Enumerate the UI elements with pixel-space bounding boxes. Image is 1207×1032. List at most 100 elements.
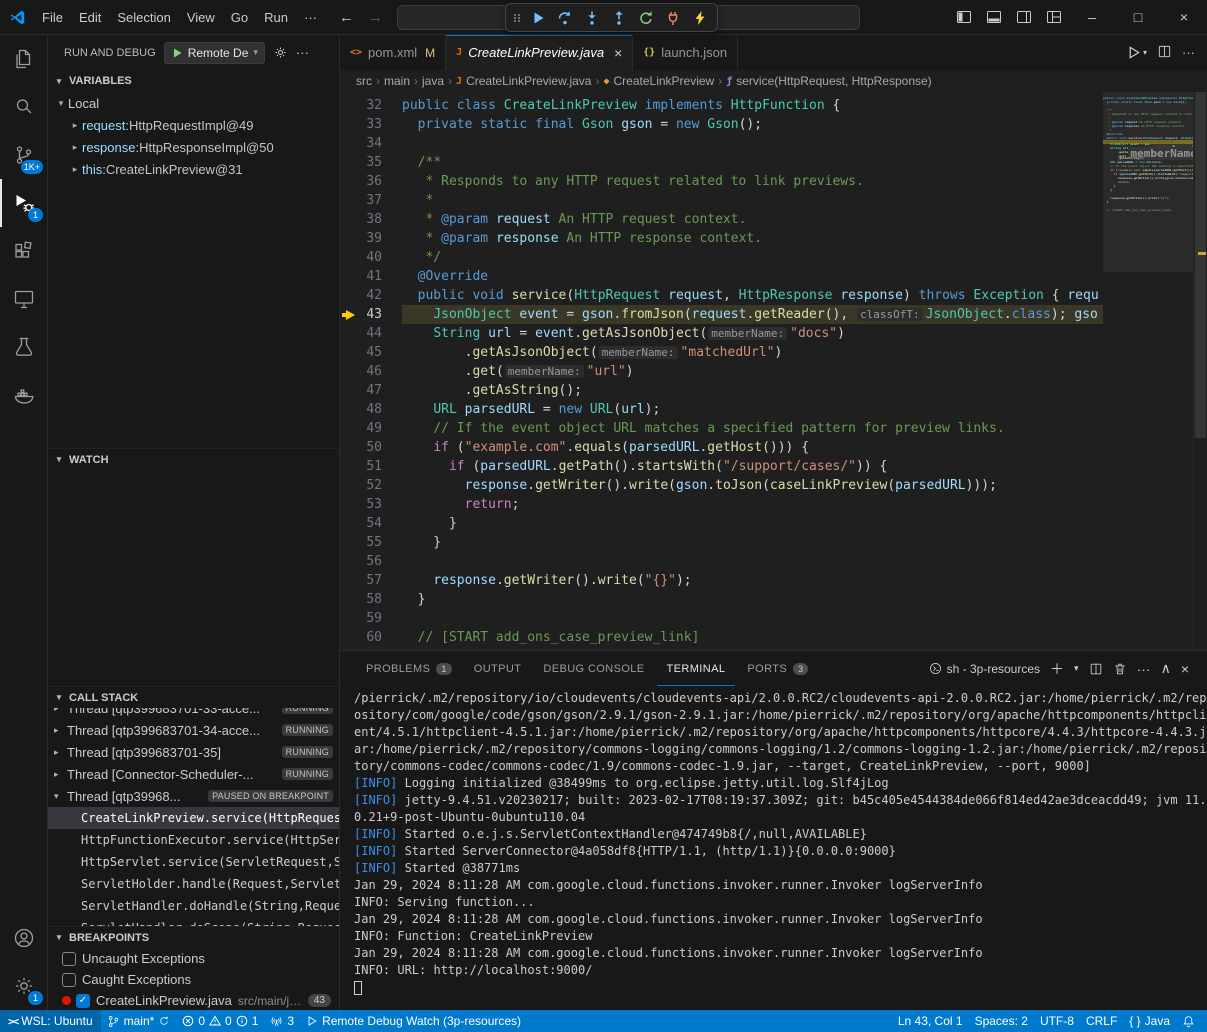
code-line[interactable]: 52 response.getWriter().write(gson.toJso… (340, 476, 1207, 495)
debug-settings-gear-icon[interactable] (273, 45, 288, 60)
back-arrow-icon[interactable]: ← (339, 9, 354, 26)
maximize-button[interactable]: □ (1115, 0, 1161, 35)
menu-item-more[interactable]: ··· (296, 10, 325, 25)
callstack-thread[interactable]: ▾Thread [qtp39968...PAUSED ON BREAKPOINT (48, 785, 339, 807)
gutter[interactable]: 41 (340, 267, 402, 286)
code-line[interactable]: 40 */ (340, 248, 1207, 267)
breakpoint-row[interactable]: ✓CreateLinkPreview.javasrc/main/java43 (48, 990, 339, 1010)
callstack-frame[interactable]: HttpServlet.service(ServletRequest,S (48, 851, 339, 873)
callstack-thread[interactable]: ▸Thread [Connector-Scheduler-...RUNNING (48, 763, 339, 785)
callstack-frame[interactable]: ServletHolder.handle(Request,Servlet (48, 873, 339, 895)
disconnect-button[interactable] (661, 6, 685, 30)
close-button[interactable]: × (1161, 0, 1207, 35)
split-terminal-icon[interactable] (1089, 662, 1103, 676)
breakpoint-row[interactable]: Caught Exceptions (48, 969, 339, 990)
gutter[interactable]: 57 (340, 571, 402, 590)
code-line[interactable]: 54 } (340, 514, 1207, 533)
gutter[interactable]: 47 (340, 381, 402, 400)
activity-testing-icon[interactable] (0, 323, 47, 371)
code-line[interactable]: 34 (340, 134, 1207, 153)
branch-status[interactable]: main* (101, 1010, 177, 1032)
problems-status[interactable]: 0 0 1 (176, 1010, 264, 1032)
variables-scope[interactable]: ▾Local (48, 92, 339, 114)
activity-search-icon[interactable] (0, 83, 47, 131)
gutter[interactable]: 50 (340, 438, 402, 457)
encoding-status[interactable]: UTF-8 (1034, 1010, 1080, 1032)
code-line[interactable]: 49 // If the event object URL matches a … (340, 419, 1207, 438)
callstack-thread[interactable]: ▸Thread [qtp399683701-34-acce...RUNNING (48, 719, 339, 741)
gutter[interactable]: 60 (340, 628, 402, 647)
ports-status[interactable]: 3 (264, 1010, 300, 1032)
more-actions-icon[interactable]: ··· (296, 45, 309, 60)
code-line[interactable]: 47 .getAsString(); (340, 381, 1207, 400)
continue-button[interactable] (526, 6, 550, 30)
code-line[interactable]: 59 (340, 609, 1207, 628)
cursor-position[interactable]: Ln 43, Col 1 (892, 1010, 969, 1032)
variable-row[interactable]: ▸response: HttpResponseImpl@50 (48, 136, 339, 158)
gutter[interactable]: 59 (340, 609, 402, 628)
terminal-dropdown-icon[interactable]: ▾ (1074, 663, 1079, 674)
breadcrumb-item[interactable]: src (356, 74, 372, 88)
gutter[interactable]: 49 (340, 419, 402, 438)
step-into-button[interactable] (580, 6, 604, 30)
watch-section-header[interactable]: ▾ WATCH (48, 448, 339, 470)
language-mode[interactable]: { } Java (1123, 1010, 1176, 1032)
code-line[interactable]: 50 if ("example.com".equals(parsedURL.ge… (340, 438, 1207, 457)
breadcrumb-item[interactable]: java (422, 74, 444, 88)
variable-row[interactable]: ▸this: CreateLinkPreview@31 (48, 158, 339, 180)
gutter[interactable]: 43 (340, 305, 402, 324)
menu-item-run[interactable]: Run (256, 10, 296, 25)
menu-item-selection[interactable]: Selection (109, 10, 178, 25)
code-line[interactable]: 39 * @param response An HTTP response co… (340, 229, 1207, 248)
code-line[interactable]: 57 response.getWriter().write("{}"); (340, 571, 1207, 590)
code-line[interactable]: 42 public void service(HttpRequest reque… (340, 286, 1207, 305)
gutter[interactable]: 51 (340, 457, 402, 476)
toggle-secondary-sidebar-icon[interactable] (1009, 2, 1039, 32)
launch-config-dropdown[interactable]: Remote De ▾ (164, 42, 265, 64)
panel-tab-debug-console[interactable]: DEBUG CONSOLE (533, 651, 654, 686)
code-line[interactable]: 45 .getAsJsonObject(memberName:"matchedU… (340, 343, 1207, 362)
breadcrumb-item[interactable]: JCreateLinkPreview.java (456, 74, 591, 88)
eol-status[interactable]: CRLF (1080, 1010, 1123, 1032)
scrollbar-thumb[interactable] (1195, 92, 1206, 438)
activity-explorer-icon[interactable] (0, 35, 47, 83)
indentation-status[interactable]: Spaces: 2 (969, 1010, 1034, 1032)
code-line[interactable]: 33 private static final Gson gson = new … (340, 115, 1207, 134)
menu-item-file[interactable]: File (34, 10, 71, 25)
breakpoint-checkbox[interactable] (62, 952, 76, 966)
editor-scrollbar[interactable] (1193, 92, 1207, 650)
split-editor-icon[interactable] (1157, 44, 1172, 62)
activity-source-control-icon[interactable]: 1K+ (0, 131, 47, 179)
code-line[interactable]: 56 (340, 552, 1207, 571)
maximize-panel-icon[interactable]: ∧ (1161, 660, 1171, 677)
close-icon[interactable]: × (614, 45, 622, 61)
gutter[interactable]: 34 (340, 134, 402, 153)
gutter[interactable]: 32 (340, 96, 402, 115)
activity-remote-explorer-icon[interactable] (0, 275, 47, 323)
tab-launch-json[interactable]: {}launch.json (633, 35, 738, 70)
gutter[interactable]: 42 (340, 286, 402, 305)
gutter[interactable]: 54 (340, 514, 402, 533)
gutter[interactable]: 33 (340, 115, 402, 134)
callstack-frame[interactable]: CreateLinkPreview.service(HttpReques (48, 807, 339, 829)
accounts-icon[interactable] (0, 914, 47, 962)
gutter[interactable]: 40 (340, 248, 402, 267)
terminal-profile[interactable]: sh - 3p-resources (929, 662, 1040, 676)
gutter[interactable]: 56 (340, 552, 402, 571)
code-line[interactable]: 44 String url = event.getAsJsonObject(me… (340, 324, 1207, 343)
customize-layout-icon[interactable] (1039, 2, 1069, 32)
minimize-button[interactable]: – (1069, 0, 1115, 35)
activity-docker-icon[interactable] (0, 371, 47, 419)
debug-watch-status[interactable]: Remote Debug Watch (3p-resources) (300, 1010, 527, 1032)
restart-button[interactable] (634, 6, 658, 30)
gutter[interactable]: 38 (340, 210, 402, 229)
gutter[interactable]: 39 (340, 229, 402, 248)
activity-extensions-icon[interactable] (0, 227, 47, 275)
code-line[interactable]: 41 @Override (340, 267, 1207, 286)
variable-row[interactable]: ▸request: HttpRequestImpl@49 (48, 114, 339, 136)
callstack-thread[interactable]: ▸Thread [qtp399683701-33-acce...RUNNING (48, 708, 339, 719)
minimap-slider[interactable] (1103, 92, 1193, 272)
code-line[interactable]: 43 JsonObject event = gson.fromJson(requ… (340, 305, 1207, 324)
terminal-output[interactable]: /pierrick/.m2/repository/io/cloudevents/… (340, 686, 1207, 1010)
breakpoint-row[interactable]: Uncaught Exceptions (48, 948, 339, 969)
